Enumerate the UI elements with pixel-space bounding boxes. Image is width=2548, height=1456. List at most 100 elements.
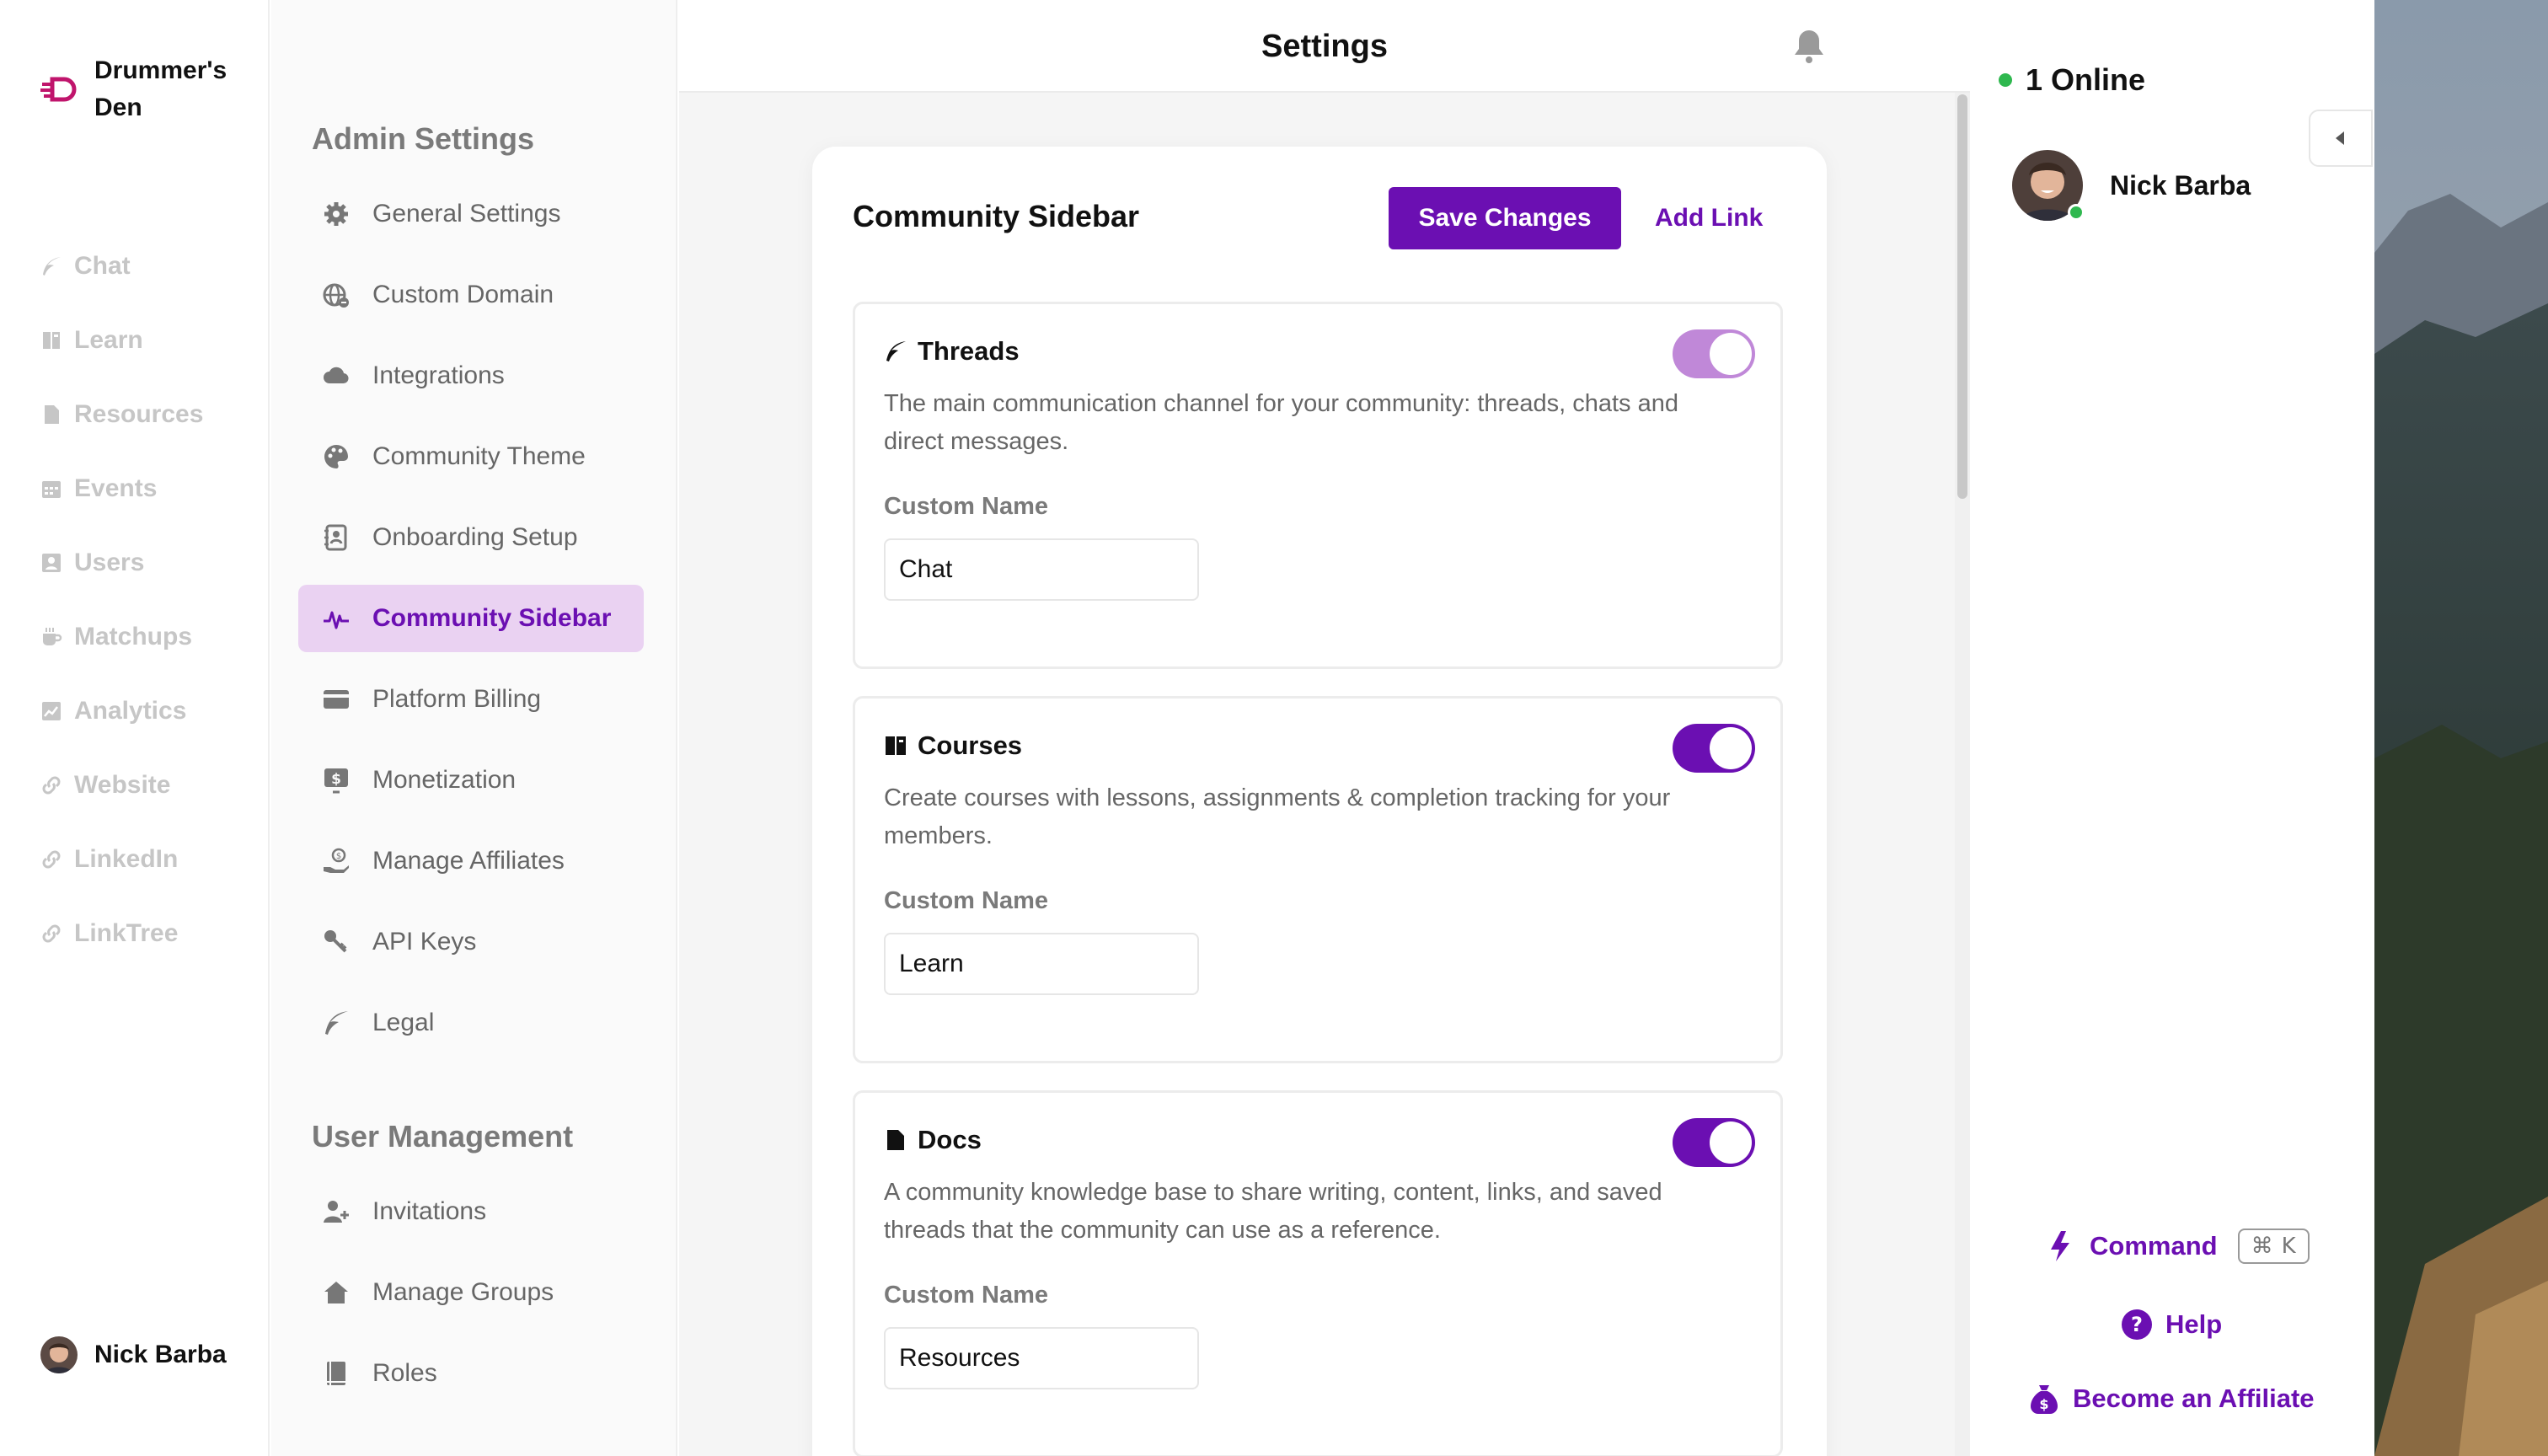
online-status-icon <box>2068 204 2085 221</box>
menu-item-label: Invitations <box>372 1197 487 1225</box>
menu-item-integrations[interactable]: Integrations <box>298 342 644 410</box>
nav-item-label: Users <box>74 549 145 576</box>
credit-card-icon <box>322 685 351 714</box>
nav-item-label: Website <box>74 771 171 799</box>
brand-logo-icon <box>40 77 78 102</box>
nav-item-matchups[interactable]: Matchups <box>40 600 203 674</box>
contact-book-icon <box>322 523 351 552</box>
nav-item-analytics[interactable]: Analytics <box>40 674 203 748</box>
menu-item-roles[interactable]: Roles <box>298 1340 644 1407</box>
nav-item-label: LinkedIn <box>74 845 179 873</box>
custom-name-input[interactable] <box>884 1327 1199 1389</box>
book-icon <box>322 1359 351 1388</box>
become-affiliate-button[interactable]: $ Become an Affiliate <box>2027 1382 2315 1416</box>
scrollbar-thumb[interactable] <box>1957 94 1967 499</box>
user-plus-icon <box>322 1197 351 1226</box>
custom-name-label: Custom Name <box>884 1282 1048 1309</box>
svg-text:$: $ <box>336 852 341 861</box>
toggle-knob <box>1710 333 1752 375</box>
menu-item-api-keys[interactable]: API Keys <box>298 908 644 976</box>
help-icon: ? <box>2120 1308 2154 1341</box>
calendar-icon <box>40 478 62 500</box>
pulse-icon <box>322 604 351 633</box>
menu-item-label: Manage Affiliates <box>372 847 565 875</box>
online-panel: 1 Online Nick Barba Command ⌘ K ? Help $… <box>1972 0 2374 1456</box>
custom-name-input[interactable] <box>884 538 1199 601</box>
svg-text:$: $ <box>2039 1396 2048 1412</box>
money-bag-icon: $ <box>2027 1382 2061 1416</box>
feature-name: Threads <box>918 336 1020 366</box>
menu-item-custom-domain[interactable]: Custom Domain <box>298 261 644 329</box>
menu-item-general-settings[interactable]: General Settings <box>298 180 644 248</box>
current-user[interactable]: Nick Barba <box>40 1336 227 1373</box>
house-icon <box>322 1278 351 1307</box>
collapse-panel-button[interactable] <box>2309 110 2373 167</box>
nav-item-chat[interactable]: Chat <box>40 229 203 303</box>
admin-settings-heading: Admin Settings <box>312 121 535 156</box>
menu-item-legal[interactable]: Legal <box>298 989 644 1057</box>
menu-item-label: General Settings <box>372 200 561 228</box>
toggle-knob <box>1710 1121 1752 1164</box>
nav-item-events[interactable]: Events <box>40 452 203 526</box>
menu-item-label: Platform Billing <box>372 685 542 713</box>
feature-description: Create courses with lessons, assignments… <box>884 784 1671 849</box>
menu-item-label: API Keys <box>372 928 477 956</box>
scrollbar[interactable] <box>1955 93 1970 1456</box>
feature-header: Threads <box>884 336 1020 367</box>
brand-name: Drummer's Den <box>94 56 228 121</box>
online-dot-icon <box>1999 73 2012 87</box>
user-management-heading: User Management <box>312 1119 574 1154</box>
nav-item-resources[interactable]: Resources <box>40 377 203 452</box>
member-name: Nick Barba <box>2110 169 2251 201</box>
nav-item-linkedin[interactable]: LinkedIn <box>40 822 203 897</box>
link-icon <box>40 848 62 870</box>
nav-item-users[interactable]: Users <box>40 526 203 600</box>
feature-name: Docs <box>918 1125 982 1154</box>
menu-item-label: Community Sidebar <box>372 604 612 632</box>
caret-left-icon <box>2334 130 2347 147</box>
custom-name-input[interactable] <box>884 933 1199 995</box>
custom-name-label: Custom Name <box>884 887 1048 914</box>
online-count: 1 Online <box>1999 62 2145 98</box>
menu-item-onboarding-setup[interactable]: Onboarding Setup <box>298 504 644 571</box>
menu-item-label: Roles <box>372 1359 437 1387</box>
nav-item-label: Analytics <box>74 697 187 725</box>
brand[interactable]: Drummer's Den <box>40 52 246 126</box>
nav-item-learn[interactable]: Learn <box>40 303 203 377</box>
globe-icon <box>322 281 351 309</box>
menu-item-invitations[interactable]: Invitations <box>298 1178 644 1245</box>
menu-item-platform-billing[interactable]: Platform Billing <box>298 666 644 733</box>
menu-item-community-sidebar[interactable]: Community Sidebar <box>298 585 644 652</box>
bell-icon[interactable] <box>1791 27 1827 64</box>
feature-toggle[interactable] <box>1673 329 1755 378</box>
menu-item-community-theme[interactable]: Community Theme <box>298 423 644 490</box>
feature-toggle[interactable] <box>1673 724 1755 773</box>
help-button[interactable]: ? Help <box>2120 1308 2222 1341</box>
help-label: Help <box>2165 1309 2223 1339</box>
svg-text:?: ? <box>2131 1313 2143 1336</box>
user-management-list: Invitations Manage Groups Roles <box>298 1178 644 1421</box>
add-link-button[interactable]: Add Link <box>1655 204 1763 233</box>
command-label: Command <box>2090 1231 2218 1261</box>
feather-icon <box>884 340 907 363</box>
community-sidebar-card: Community Sidebar Save Changes Add Link … <box>812 147 1827 1456</box>
nav-item-website[interactable]: Website <box>40 748 203 822</box>
menu-item-label: Manage Groups <box>372 1278 554 1306</box>
feature-description: A community knowledge base to share writ… <box>884 1179 1662 1244</box>
menu-item-manage-affiliates[interactable]: $ Manage Affiliates <box>298 827 644 895</box>
command-button[interactable]: Command ⌘ K <box>2044 1228 2310 1264</box>
save-changes-button[interactable]: Save Changes <box>1389 187 1621 249</box>
online-label: 1 Online <box>2026 62 2146 97</box>
feature-toggle[interactable] <box>1673 1118 1755 1167</box>
link-icon <box>40 774 62 796</box>
online-member[interactable]: Nick Barba <box>2012 150 2251 221</box>
palette-icon <box>322 442 351 471</box>
nav-item-linktree[interactable]: LinkTree <box>40 897 203 971</box>
command-shortcut: ⌘ K <box>2237 1228 2310 1264</box>
background-mountain-image <box>2374 0 2548 1456</box>
menu-item-manage-groups[interactable]: Manage Groups <box>298 1259 644 1326</box>
book-icon <box>884 734 907 757</box>
menu-item-label: Legal <box>372 1009 435 1036</box>
menu-item-monetization[interactable]: $ Monetization <box>298 747 644 814</box>
page-title: Settings <box>1261 29 1388 64</box>
